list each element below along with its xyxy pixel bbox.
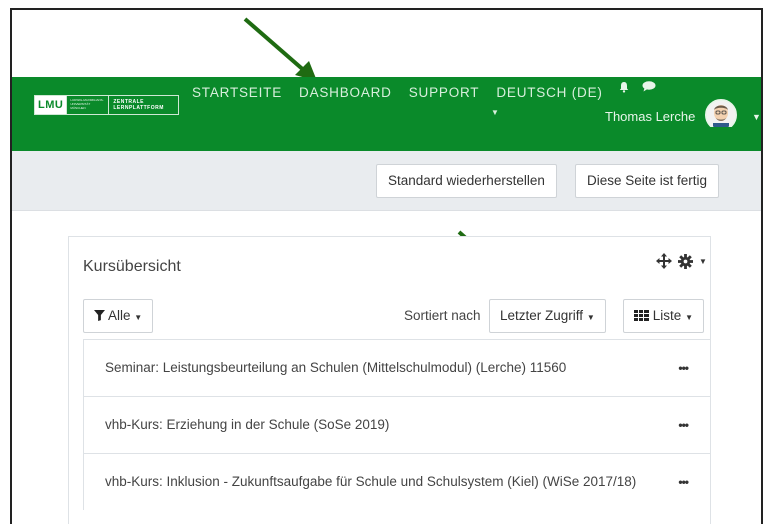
view-label: Liste [652, 308, 682, 323]
avatar-face-icon [707, 101, 735, 129]
nav-language[interactable]: DEUTSCH (DE) [496, 85, 602, 100]
block-title: Kursübersicht [83, 258, 181, 275]
list-item[interactable]: vhb-Kurs: Inklusion - Zukunftsaufgabe fü… [83, 453, 711, 510]
course-name[interactable]: vhb-Kurs: Inklusion - Zukunftsaufgabe fü… [105, 474, 636, 489]
lmu-logo[interactable]: LMU LUDWIG-MAXIMILIANS-UNIVERSITÄT MÜNCH… [34, 95, 180, 115]
move-icon[interactable] [656, 253, 672, 269]
filter-dropdown[interactable]: Alle ▼ [83, 299, 154, 333]
list-item[interactable]: vhb-Kurs: Erziehung in der Schule (SoSe … [83, 396, 711, 453]
list-item[interactable]: Seminar: Leistungsbeurteilung an Schulen… [83, 339, 711, 396]
view-dropdown[interactable]: Liste ▼ [623, 299, 704, 333]
top-navbar: LMU LUDWIG-MAXIMILIANS-UNIVERSITÄT MÜNCH… [12, 77, 761, 131]
bell-icon[interactable] [618, 81, 630, 93]
caret-down-icon[interactable]: ▼ [699, 257, 707, 266]
nav-support[interactable]: SUPPORT [409, 85, 480, 100]
main-nav: STARTSEITE DASHBOARD SUPPORT DEUTSCH (DE… [192, 85, 603, 100]
reset-default-button[interactable]: Standard wiederherstellen [376, 164, 557, 198]
course-overview-block: Kursübersicht ▼ Alle ▼ Sortiert nach Let… [68, 236, 711, 524]
filter-icon [94, 310, 105, 321]
more-icon[interactable]: ••• [678, 358, 689, 378]
caret-down-icon: ▼ [134, 313, 143, 322]
course-list: Seminar: Leistungsbeurteilung an Schulen… [83, 339, 711, 510]
logo-university-text: LUDWIG-MAXIMILIANS-UNIVERSITÄT MÜNCHEN [66, 96, 108, 114]
caret-down-icon: ▼ [586, 313, 595, 322]
sort-dropdown[interactable]: Letzter Zugriff ▼ [489, 299, 606, 333]
gear-icon[interactable] [678, 253, 693, 269]
logo-platform-text: ZENTRALE LERNPLATTFORM [108, 96, 178, 114]
navbar-lower-strip [12, 127, 761, 151]
grid-icon [634, 310, 649, 321]
nav-dashboard[interactable]: DASHBOARD [299, 85, 392, 100]
more-icon[interactable]: ••• [678, 415, 689, 435]
user-name[interactable]: Thomas Lerche [605, 109, 695, 124]
course-name[interactable]: vhb-Kurs: Erziehung in der Schule (SoSe … [105, 417, 389, 432]
chat-icon[interactable] [642, 81, 656, 92]
done-editing-button[interactable]: Diese Seite ist fertig [575, 164, 720, 198]
sort-value: Letzter Zugriff [500, 308, 584, 323]
caret-down-icon[interactable]: ▼ [491, 108, 499, 117]
more-icon[interactable]: ••• [678, 472, 689, 492]
block-controls: ▼ [656, 253, 707, 269]
filter-label: Alle [108, 308, 131, 323]
page-toolbar: Standard wiederherstellen Diese Seite is… [12, 151, 761, 211]
course-name[interactable]: Seminar: Leistungsbeurteilung an Schulen… [105, 360, 566, 375]
screenshot-frame: LMU LUDWIG-MAXIMILIANS-UNIVERSITÄT MÜNCH… [10, 8, 763, 524]
nav-startseite[interactable]: STARTSEITE [192, 85, 282, 100]
annotation-arrow-dashboard [243, 17, 317, 81]
logo-wordmark: LMU [35, 96, 67, 114]
sort-prefix-label: Sortiert nach [404, 308, 481, 323]
user-menu-caret-icon[interactable]: ▼ [752, 112, 761, 122]
caret-down-icon: ▼ [685, 313, 693, 322]
